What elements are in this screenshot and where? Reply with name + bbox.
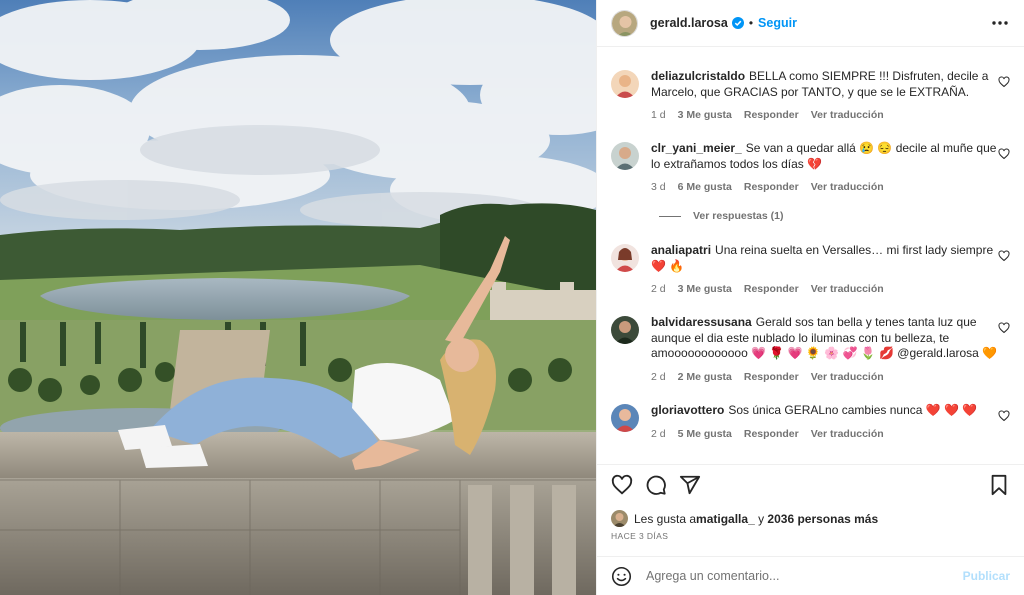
- translate-button[interactable]: Ver traducción: [811, 181, 884, 193]
- commenter-username[interactable]: gloriavottero: [651, 403, 724, 417]
- comment-like-heart-icon[interactable]: [998, 322, 1010, 334]
- likes-count[interactable]: 2036 personas más: [767, 512, 878, 526]
- reply-button[interactable]: Responder: [744, 181, 799, 193]
- comment-like-heart-icon[interactable]: [998, 250, 1010, 262]
- commenter-avatar[interactable]: [611, 404, 639, 432]
- emoji-icon[interactable]: [611, 566, 632, 587]
- comments-list[interactable]: deliazulcristaldo BELLA como SIEMPRE !!! …: [597, 47, 1024, 463]
- likes-prefix: Les gusta a: [634, 511, 697, 526]
- verified-badge-icon: [731, 17, 744, 29]
- comment-likes-count[interactable]: 3 Me gusta: [678, 109, 732, 121]
- comment-icon[interactable]: [645, 474, 667, 496]
- publish-button[interactable]: Publicar: [963, 569, 1010, 583]
- comment-text: analiapatri Una reina suelta en Versalles…: [651, 243, 994, 273]
- comment-meta: 2 d 3 Me gusta Responder Ver traducción: [651, 283, 1005, 295]
- reply-button[interactable]: Responder: [744, 283, 799, 295]
- reply-button[interactable]: Responder: [744, 109, 799, 121]
- comment-meta: 1 d 3 Me gusta Responder Ver traducción: [651, 109, 1005, 121]
- commenter-avatar[interactable]: [611, 142, 639, 170]
- liker-avatar[interactable]: [611, 510, 628, 527]
- post-side-panel: gerald.larosa • Seguir deliazulcristaldo…: [596, 0, 1024, 595]
- commenter-username[interactable]: deliazulcristaldo: [651, 69, 745, 83]
- share-icon[interactable]: [679, 474, 701, 496]
- bookmark-icon[interactable]: [988, 474, 1010, 496]
- comment-age: 1 d: [651, 109, 666, 121]
- comment-likes-count[interactable]: 6 Me gusta: [678, 181, 732, 193]
- translate-button[interactable]: Ver traducción: [811, 428, 884, 440]
- translate-button[interactable]: Ver traducción: [811, 371, 884, 383]
- reply-button[interactable]: Responder: [744, 371, 799, 383]
- comment-text: balvidaressusana Gerald sos tan bella y t…: [651, 315, 998, 360]
- reply-button[interactable]: Responder: [744, 428, 799, 440]
- comment-item: deliazulcristaldo BELLA como SIEMPRE !!! …: [611, 69, 1010, 121]
- post-actions-bar: [597, 464, 1024, 504]
- add-comment-bar: Publicar: [597, 556, 1024, 595]
- follow-button[interactable]: Seguir: [758, 16, 797, 30]
- commenter-avatar[interactable]: [611, 316, 639, 344]
- comment-like-heart-icon[interactable]: [998, 76, 1010, 88]
- comment-age: 3 d: [651, 181, 666, 193]
- commenter-username[interactable]: analiapatri: [651, 243, 711, 257]
- author-username[interactable]: gerald.larosa: [650, 16, 728, 30]
- likes-join: y: [754, 511, 768, 526]
- comment-item: analiapatri Una reina suelta en Versalles…: [611, 243, 1010, 295]
- view-replies-button[interactable]: Ver respuestas (1): [659, 210, 783, 222]
- comment-likes-count[interactable]: 2 Me gusta: [678, 371, 732, 383]
- comment-age: 2 d: [651, 370, 666, 383]
- likes-summary: Les gusta a matigalla_ y 2036 personas m…: [611, 510, 1010, 527]
- comment-text: gloriavottero Sos única GERALno cambies n…: [651, 403, 978, 417]
- comment-likes-count[interactable]: 3 Me gusta: [678, 283, 732, 295]
- post-date[interactable]: HACE 3 DÍAS: [611, 531, 668, 541]
- comment-meta: 2 d 5 Me gusta Responder Ver traducción: [651, 428, 1005, 440]
- post-image: [0, 0, 596, 595]
- comment-input[interactable]: [646, 569, 963, 583]
- heart-icon[interactable]: [611, 474, 633, 496]
- translate-button[interactable]: Ver traducción: [811, 283, 884, 295]
- author-avatar[interactable]: [611, 9, 638, 37]
- comment-like-heart-icon[interactable]: [998, 148, 1010, 160]
- comment-like-heart-icon[interactable]: [998, 410, 1010, 422]
- comment-age: 2 d: [651, 283, 666, 295]
- commenter-avatar[interactable]: [611, 70, 639, 98]
- more-options-icon[interactable]: [990, 13, 1010, 33]
- comment-meta: 2 d 2 Me gusta Responder Ver traducción: [651, 371, 1005, 383]
- comment-item: balvidaressusana Gerald sos tan bella y t…: [611, 315, 1010, 383]
- commenter-username[interactable]: balvidaressusana: [651, 315, 752, 329]
- comment-likes-count[interactable]: 5 Me gusta: [678, 428, 732, 440]
- comment-text: clr_yani_meier_ Se van a quedar allá 😢 😔 …: [651, 141, 997, 171]
- comment-meta: 3 d 6 Me gusta Responder Ver traducción: [651, 181, 1005, 193]
- liker-username[interactable]: matigalla_: [696, 512, 755, 526]
- comment-age: 2 d: [651, 427, 666, 440]
- replies-divider-line: [659, 215, 681, 217]
- comment-item: gloriavottero Sos única GERALno cambies n…: [611, 403, 1010, 440]
- view-replies-label: Ver respuestas (1): [693, 210, 784, 222]
- translate-button[interactable]: Ver traducción: [811, 109, 884, 121]
- post-photo[interactable]: [0, 0, 596, 595]
- commenter-avatar[interactable]: [611, 244, 639, 272]
- post-header: gerald.larosa • Seguir: [597, 0, 1024, 47]
- comment-text: deliazulcristaldo BELLA como SIEMPRE !!! …: [651, 69, 989, 99]
- header-separator: •: [748, 16, 754, 30]
- commenter-username[interactable]: clr_yani_meier_: [651, 141, 742, 155]
- comment-item: clr_yani_meier_ Se van a quedar allá 😢 😔 …: [611, 141, 1010, 193]
